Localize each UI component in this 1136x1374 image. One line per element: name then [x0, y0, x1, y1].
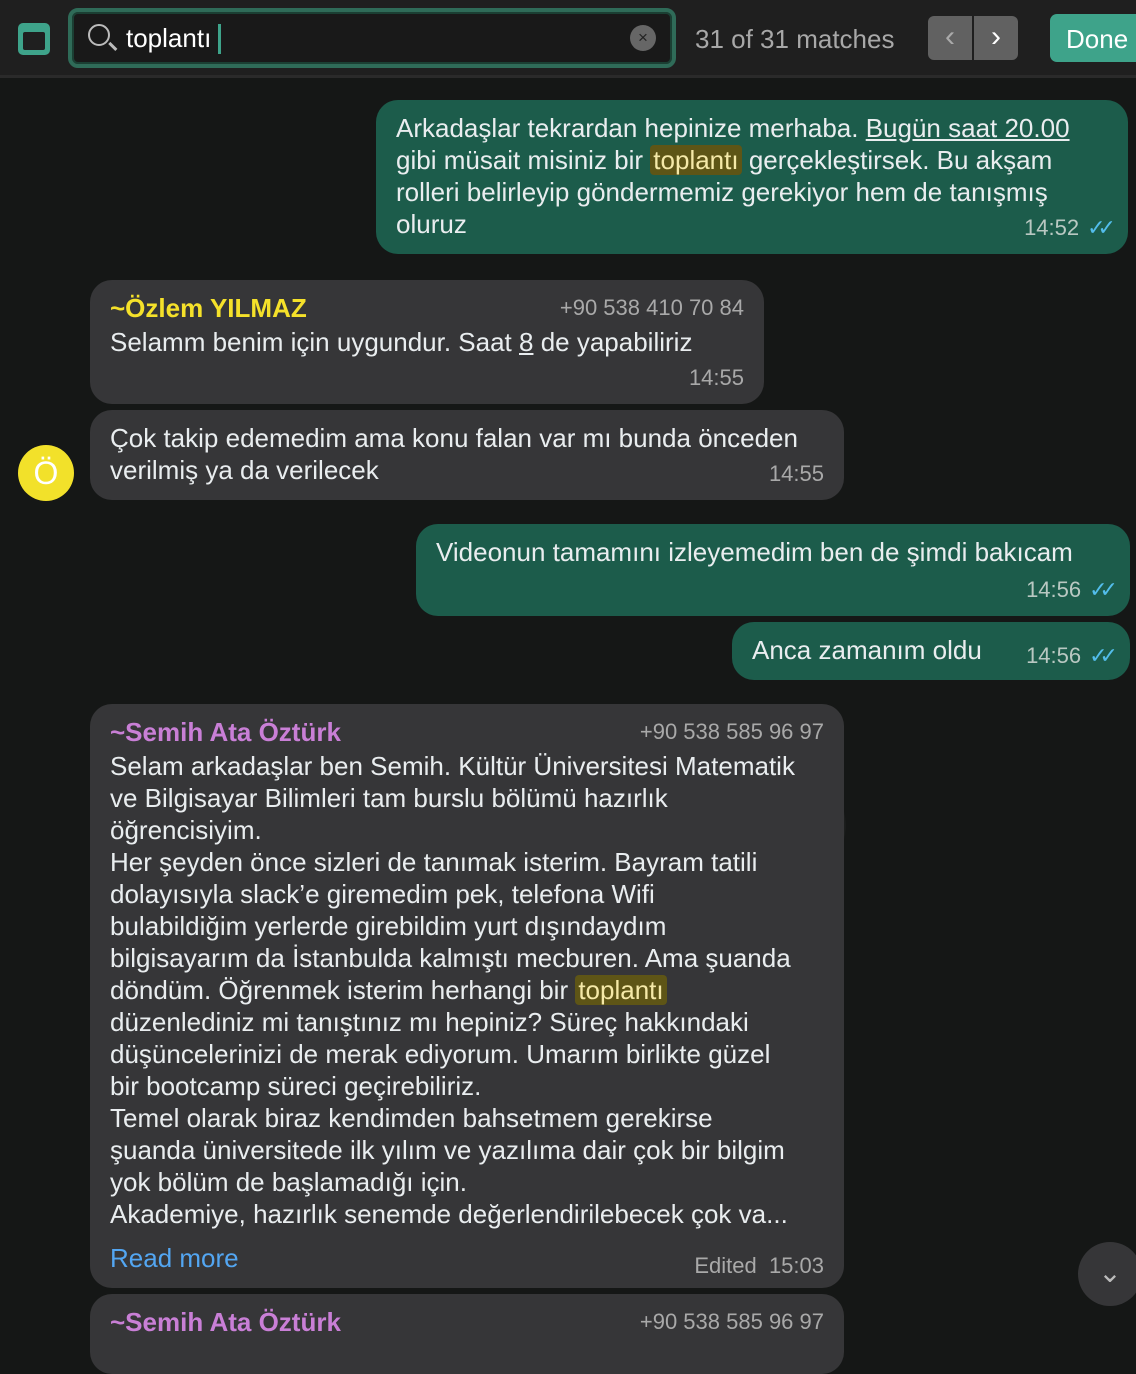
message-meta: 14:56 ✓✓ [1026, 640, 1118, 668]
text-segment: verilmiş ya da verilecek [110, 455, 379, 485]
read-receipt-icon: ✓✓ [1087, 215, 1116, 240]
edited-label: Edited [694, 1253, 757, 1278]
read-more-link[interactable]: Read more [110, 1242, 239, 1282]
message-line: Temel olarak biraz kendimden bahsetmem g… [110, 1102, 824, 1134]
avatar[interactable]: Ö [18, 445, 74, 501]
done-button[interactable]: Done [1050, 14, 1136, 62]
scroll-down-button[interactable]: ⌄ [1078, 1242, 1136, 1306]
text-segment: düşüncelerinizi de merak ediyorum. Umarı… [110, 1039, 771, 1069]
message-line: bulabildiğim yerlerde girebildim yurt dı… [110, 910, 824, 942]
message-line: öğrencisiyim. [110, 814, 824, 846]
message-meta: 14:56 ✓✓ [436, 574, 1118, 606]
previous-match-button[interactable]: ‹ [928, 16, 972, 60]
message-time: 14:56 [1026, 577, 1082, 602]
message-text: Videonun tamamını izleyemedim ben de şim… [436, 536, 1110, 568]
search-input[interactable] [126, 20, 606, 56]
text-segment: dolayısıyla slack’e giremedim pek, telef… [110, 879, 655, 909]
message-meta: 14:52 ✓✓ [396, 212, 1116, 244]
text-segment: gerçekleştirsek. Bu akşam [741, 145, 1053, 175]
message-line: Selam arkadaşlar ben Semih. Kültür Ünive… [110, 750, 824, 782]
message-line: Videonun tamamını izleyemedim ben de şim… [436, 536, 1110, 568]
text-segment: Her şeyden önce sizleri de tanımak ister… [110, 847, 758, 877]
message-text: Selamm benim için uygundur. Saat 8 de ya… [110, 326, 744, 358]
message-text: Anca zamanım oldu [752, 634, 982, 668]
message-line: Her şeyden önce sizleri de tanımak ister… [110, 846, 824, 878]
message-line: döndüm. Öğrenmek isterim herhangi bir to… [110, 974, 824, 1006]
sender-name[interactable]: ~Semih Ata Öztürk [110, 1306, 341, 1338]
text-segment: Selamm benim için uygundur. Saat [110, 327, 519, 357]
chevron-down-icon: ⌄ [1098, 1257, 1122, 1288]
text-segment: de yapabiliriz [533, 327, 693, 357]
search-bar: × 31 of 31 matches ‹ › Done [0, 0, 1136, 78]
text-segment: bilgisayarım da İstanbulda kalmıştı mecb… [110, 943, 791, 973]
linked-text[interactable]: 8 [519, 327, 533, 357]
text-segment: gibi müsait misiniz bir [396, 145, 651, 175]
text-segment: şuanda üniversitede ilk yılım ve yazılım… [110, 1135, 785, 1165]
text-segment: öğrencisiyim. [110, 815, 262, 845]
read-receipt-icon: ✓✓ [1089, 643, 1118, 668]
message-outgoing[interactable]: Videonun tamamını izleyemedim ben de şim… [416, 524, 1130, 616]
text-caret [218, 24, 221, 54]
text-segment: Videonun tamamını izleyemedim ben de şim… [436, 537, 1073, 567]
text-segment: bir bootcamp süreci geçirebiliriz. [110, 1071, 482, 1101]
search-highlight: toplantı [575, 975, 667, 1005]
message-line: bilgisayarım da İstanbulda kalmıştı mecb… [110, 942, 824, 974]
text-segment: rolleri belirleyip göndermemiz gerekiyor… [396, 177, 1048, 207]
read-receipt-icon: ✓✓ [1089, 577, 1118, 602]
message-line: bir bootcamp süreci geçirebiliriz. [110, 1070, 824, 1102]
message-line: Arkadaşlar tekrardan hepinize merhaba. B… [396, 112, 1108, 144]
message-line: dolayısıyla slack’e giremedim pek, telef… [110, 878, 824, 910]
sender-phone: +90 538 585 96 97 [639, 719, 824, 744]
message-outgoing[interactable]: Anca zamanım oldu 14:56 ✓✓ [732, 622, 1130, 680]
message-time: 14:56 [1026, 643, 1082, 668]
search-icon [88, 24, 110, 46]
message-time: 14:55 [688, 365, 744, 390]
match-count: 31 of 31 matches [695, 24, 895, 54]
message-incoming[interactable]: ~Semih Ata Öztürk +90 538 585 96 97 Selam… [90, 704, 844, 1288]
text-segment: oluruz [396, 209, 467, 239]
message-line: Çok takip edemedim ama konu falan var mı… [110, 422, 824, 454]
calendar-icon[interactable] [18, 23, 50, 55]
message-incoming[interactable]: ~Özlem YILMAZ +90 538 410 70 84 Selamm be… [90, 280, 764, 404]
text-segment: Akademiye, hazırlık senemde değerlendiri… [110, 1199, 788, 1229]
sender-phone: +90 538 585 96 97 [639, 1309, 824, 1334]
search-highlight: toplantı [650, 145, 742, 175]
message-line: yok bölüm de başlamadığı için. [110, 1166, 824, 1198]
message-outgoing[interactable]: Arkadaşlar tekrardan hepinize merhaba. B… [376, 100, 1128, 254]
text-segment: yok bölüm de başlamadığı için. [110, 1167, 467, 1197]
message-incoming[interactable]: Çok takip edemedim ama konu falan var mı… [90, 410, 844, 500]
message-incoming[interactable]: ~Semih Ata Öztürk +90 538 585 96 97 [90, 1294, 844, 1374]
text-segment: Temel olarak biraz kendimden bahsetmem g… [110, 1103, 713, 1133]
text-segment: bulabildiğim yerlerde girebildim yurt dı… [110, 911, 667, 941]
next-match-button[interactable]: › [974, 16, 1018, 60]
message-line: Selamm benim için uygundur. Saat 8 de ya… [110, 326, 744, 358]
message-time: 14:52 [1024, 215, 1080, 240]
text-segment: döndüm. Öğrenmek isterim herhangi bir [110, 975, 576, 1005]
text-segment: ve Bilgisayar Bilimleri tam burslu bölüm… [110, 783, 668, 813]
message-line: rolleri belirleyip göndermemiz gerekiyor… [396, 176, 1108, 208]
sender-name[interactable]: ~Özlem YILMAZ [110, 292, 307, 324]
text-segment: Selam arkadaşlar ben Semih. Kültür Ünive… [110, 751, 795, 781]
message-line: şuanda üniversitede ilk yılım ve yazılım… [110, 1134, 824, 1166]
message-line: düşüncelerinizi de merak ediyorum. Umarı… [110, 1038, 824, 1070]
clear-icon[interactable]: × [630, 25, 656, 51]
message-line: düzenlediniz mi tanıştınız mı hepiniz? S… [110, 1006, 824, 1038]
text-segment: Anca zamanım oldu [752, 635, 982, 665]
search-field[interactable]: × [68, 8, 676, 68]
message-line: ve Bilgisayar Bilimleri tam burslu bölüm… [110, 782, 824, 814]
sender-name[interactable]: ~Semih Ata Öztürk [110, 716, 341, 748]
message-text: Selam arkadaşlar ben Semih. Kültür Ünive… [110, 750, 824, 1230]
text-segment: Çok takip edemedim ama konu falan var mı… [110, 423, 798, 453]
sender-phone: +90 538 410 70 84 [559, 295, 744, 320]
text-segment: Arkadaşlar tekrardan hepinize merhaba. [396, 113, 866, 143]
message-line: gibi müsait misiniz bir toplantı gerçekl… [396, 144, 1108, 176]
linked-text[interactable]: Bugün saat 20.00 [866, 113, 1070, 143]
message-line: Anca zamanım oldu [752, 634, 982, 666]
text-segment: düzenlediniz mi tanıştınız mı hepiniz? S… [110, 1007, 749, 1037]
message-time: 15:03 [768, 1253, 824, 1278]
message-line: Akademiye, hazırlık senemde değerlendiri… [110, 1198, 824, 1230]
